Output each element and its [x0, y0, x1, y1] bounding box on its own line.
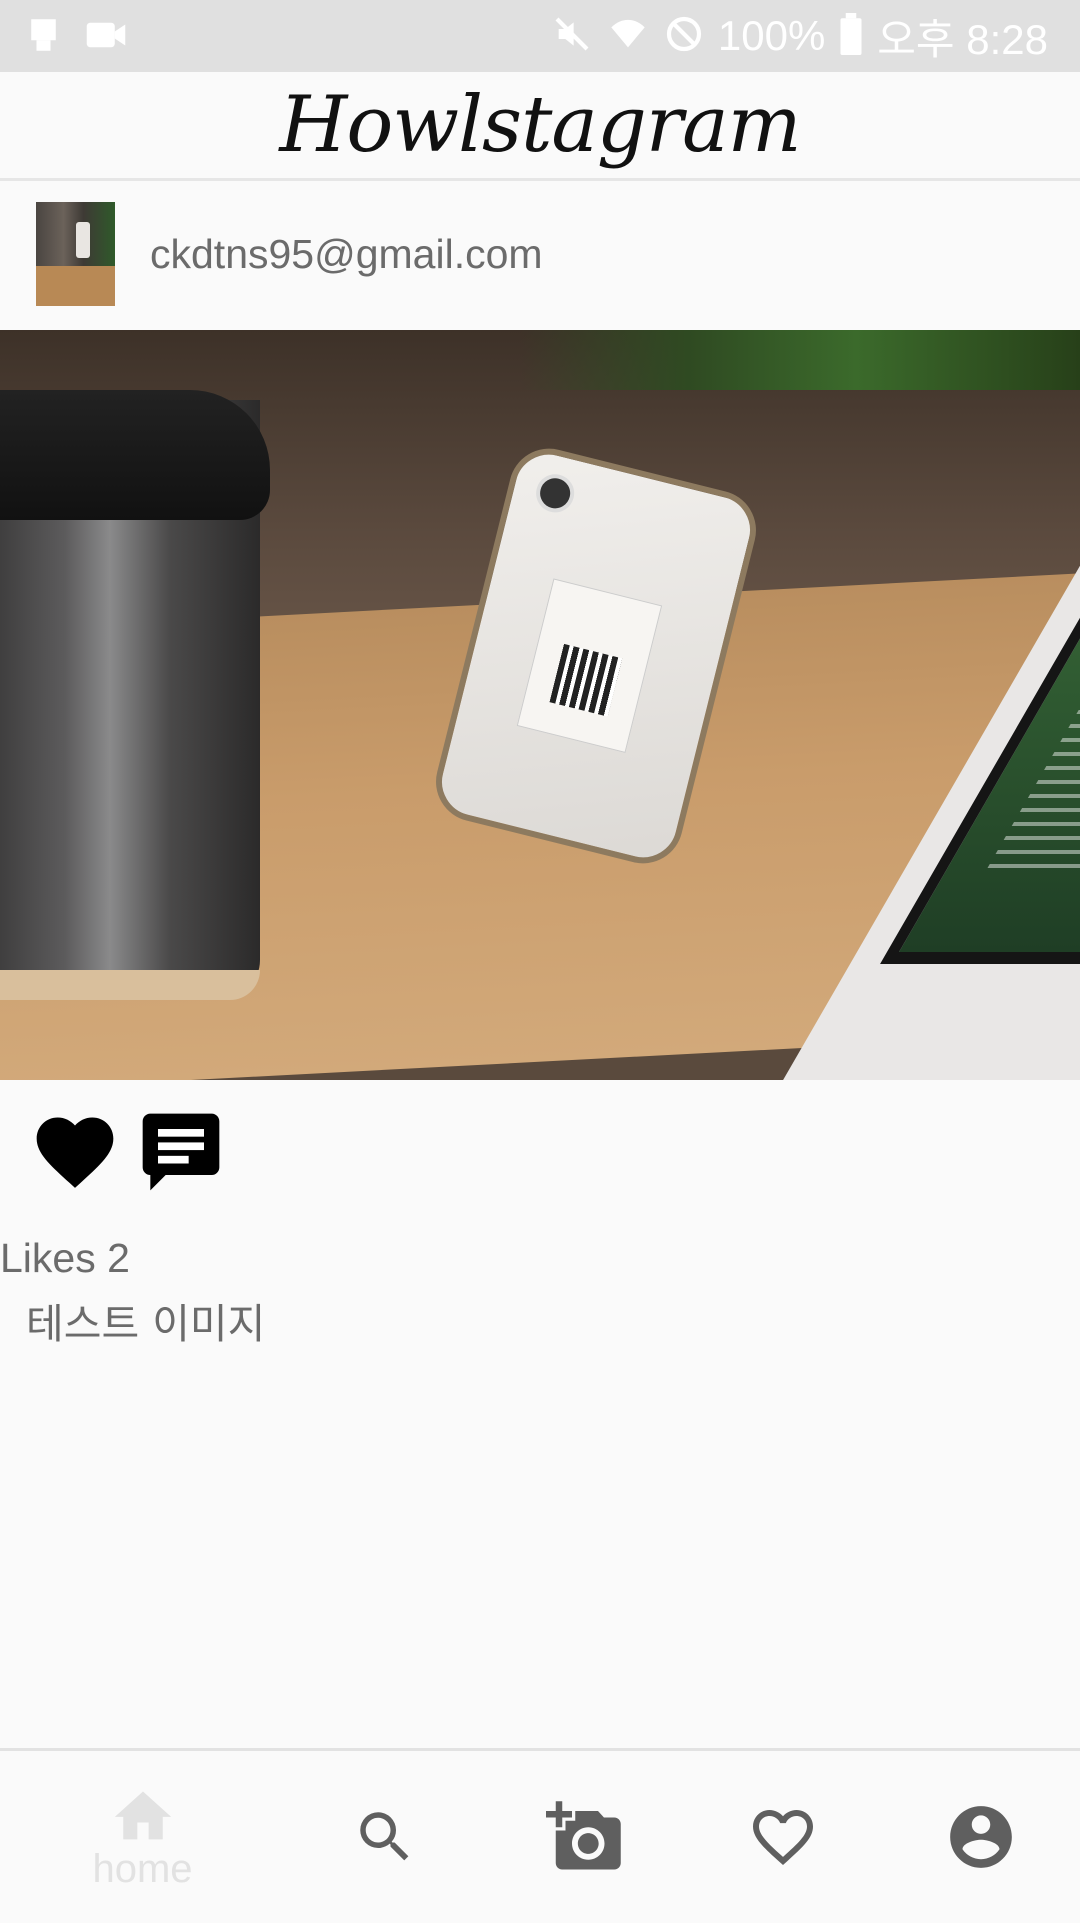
photo-cup-lid	[0, 390, 270, 520]
photo-phone-label	[516, 578, 663, 753]
battery-percent: 100%	[717, 12, 826, 59]
nav-search[interactable]	[330, 1751, 440, 1923]
nav-add-photo[interactable]	[530, 1751, 640, 1923]
post-caption: 테스트 이미지	[26, 1300, 266, 1348]
account-icon	[950, 1806, 1012, 1868]
battery-icon	[839, 12, 863, 60]
video-icon	[82, 14, 130, 61]
home-icon	[114, 1790, 171, 1839]
nav-favorites[interactable]	[728, 1751, 838, 1923]
post-image[interactable]	[0, 330, 1080, 1080]
nav-account[interactable]	[926, 1751, 1036, 1923]
post-username[interactable]: ckdtns95@gmail.com	[150, 231, 543, 278]
avatar[interactable]	[36, 202, 115, 306]
app-bar: Howlstagram	[0, 72, 1080, 181]
bottom-navigation: home	[0, 1748, 1080, 1923]
search-icon	[360, 1812, 409, 1861]
do-not-disturb-icon	[664, 14, 704, 59]
nav-home[interactable]: home	[60, 1751, 225, 1923]
status-bar: 100% 오후 8:28	[0, 0, 1080, 72]
comment-icon	[142, 1113, 220, 1191]
photo-phone-camera	[532, 470, 579, 517]
like-button[interactable]	[28, 1105, 122, 1199]
screenshot-icon	[26, 14, 68, 61]
favorite-outline-icon	[753, 1810, 813, 1866]
post-header: ckdtns95@gmail.com	[0, 181, 1080, 329]
nav-home-label: home	[92, 1846, 193, 1891]
wifi-icon	[606, 14, 650, 59]
post-actions	[28, 1105, 228, 1199]
app-title: Howlstagram	[279, 80, 801, 170]
clock: 오후 8:28	[877, 15, 1048, 63]
mute-icon	[552, 14, 592, 59]
photo-qr-code	[549, 643, 623, 717]
photo-plant	[520, 330, 1080, 390]
add-photo-icon	[546, 1801, 621, 1870]
photo-cup-base	[0, 970, 260, 1000]
likes-count: Likes 2	[0, 1235, 130, 1281]
heart-icon	[36, 1117, 114, 1188]
comment-button[interactable]	[134, 1105, 228, 1199]
